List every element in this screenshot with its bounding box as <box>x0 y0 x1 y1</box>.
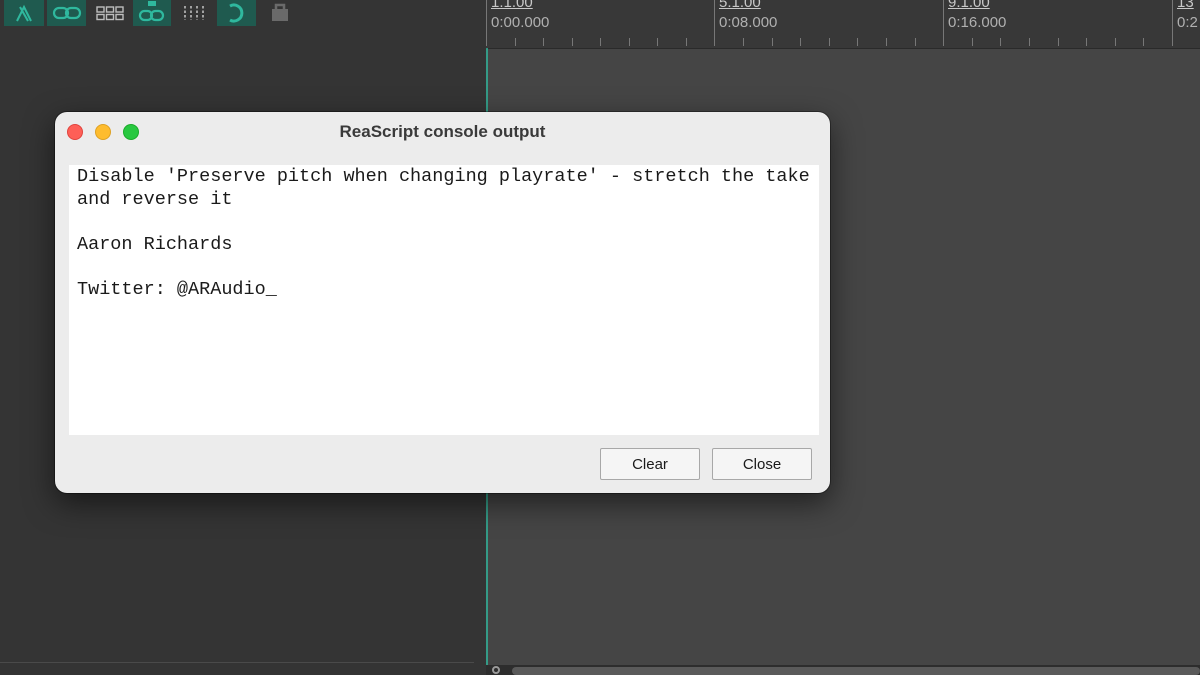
ruler-tick <box>829 38 830 46</box>
dialog-titlebar[interactable]: ReaScript console output <box>55 112 830 152</box>
ruler-tick <box>543 38 544 46</box>
ruler-tick <box>600 38 601 46</box>
ruler-marker: 9.1.00 0:16.000 <box>943 0 1006 46</box>
ruler-tick <box>1058 38 1059 46</box>
tcp-divider <box>0 662 474 663</box>
ruler-marker: 1.1.00 0:00.000 <box>486 0 549 46</box>
grid-icon <box>96 5 124 21</box>
window-minimize-button[interactable] <box>95 124 111 140</box>
ruler-marker: 13 0:2 <box>1172 0 1198 46</box>
toolbar <box>0 0 486 27</box>
lock-button[interactable] <box>262 0 298 26</box>
reascript-console-dialog: ReaScript console output Disable 'Preser… <box>55 112 830 493</box>
console-output[interactable]: Disable 'Preserve pitch when changing pl… <box>69 165 819 435</box>
time-label: 0:00.000 <box>491 14 550 31</box>
ruler-tick <box>572 38 573 46</box>
snap-link-icon <box>138 1 166 25</box>
ruler-tick <box>1000 38 1001 46</box>
ruler-tick <box>686 38 687 46</box>
ruler-tick <box>1086 38 1087 46</box>
dialog-title: ReaScript console output <box>339 122 546 141</box>
ruler-tick <box>657 38 658 46</box>
ruler-tick <box>629 38 630 46</box>
ruler-tick <box>886 38 887 46</box>
ruler-tick <box>857 38 858 46</box>
measure-label: 5.1.00 <box>719 0 761 11</box>
close-button[interactable]: Close <box>712 448 812 480</box>
horizontal-scrollbar[interactable] <box>486 665 1200 675</box>
window-close-button[interactable] <box>67 124 83 140</box>
time-label: 0:08.000 <box>719 14 778 31</box>
snap-button[interactable] <box>133 0 171 26</box>
ruler-tick <box>515 38 516 46</box>
reaper-main-window: 1.1.00 0:00.000 5.1.00 0:08.000 9.1.00 0… <box>0 0 1200 675</box>
measure-label: 9.1.00 <box>948 0 990 11</box>
scrollbar-thumb[interactable] <box>512 667 1200 675</box>
ruler-tick <box>743 38 744 46</box>
ruler-tick <box>800 38 801 46</box>
item-grouping-button[interactable] <box>47 0 86 26</box>
ripple-edit-button[interactable] <box>4 0 44 26</box>
window-zoom-button[interactable] <box>123 124 139 140</box>
time-label: 0:16.000 <box>948 14 1007 31</box>
lock-icon <box>268 3 292 23</box>
ruler-tick <box>1143 38 1144 46</box>
ruler-tick <box>772 38 773 46</box>
zoom-icon[interactable] <box>492 666 500 674</box>
ripple-edit-icon <box>13 3 35 23</box>
loop-button[interactable] <box>217 0 256 26</box>
metronome-button[interactable] <box>178 0 212 26</box>
ruler-tick <box>1029 38 1030 46</box>
grid-button[interactable] <box>92 0 128 26</box>
ruler-marker: 5.1.00 0:08.000 <box>714 0 777 46</box>
ruler-tick <box>915 38 916 46</box>
loop-icon <box>224 2 250 24</box>
ruler-tick <box>1115 38 1116 46</box>
ruler-tick <box>972 38 973 46</box>
clear-button[interactable]: Clear <box>600 448 700 480</box>
time-label: 0:2 <box>1177 14 1198 31</box>
link-icon <box>52 5 82 21</box>
metronome-icon <box>182 5 208 21</box>
timeline-ruler[interactable]: 1.1.00 0:00.000 5.1.00 0:08.000 9.1.00 0… <box>486 0 1200 49</box>
measure-label: 13 <box>1177 0 1194 11</box>
measure-label: 1.1.00 <box>491 0 533 11</box>
